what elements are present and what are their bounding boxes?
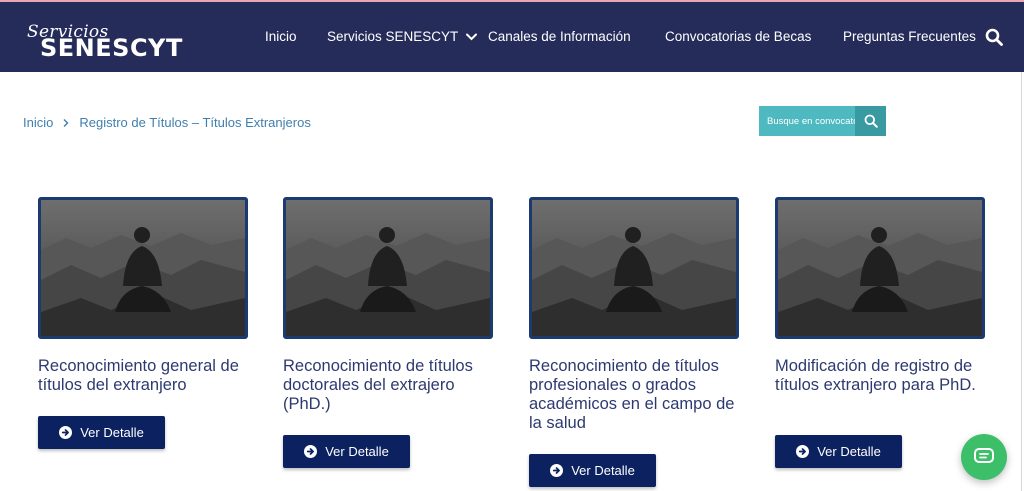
chevron-down-icon — [466, 33, 478, 41]
ver-detalle-button[interactable]: Ver Detalle — [775, 435, 902, 468]
breadcrumb-home-link[interactable]: Inicio — [23, 115, 53, 130]
logo-main-text: SENESCYT — [40, 34, 183, 62]
search-input[interactable] — [759, 106, 855, 136]
convocatorias-search — [759, 106, 886, 136]
arrow-circle-right-icon — [59, 426, 73, 439]
card-image[interactable] — [283, 197, 493, 339]
mountain-silhouette-image — [532, 200, 736, 336]
service-card: Reconocimiento de títulos doctorales del… — [283, 197, 493, 468]
ver-detalle-label: Ver Detalle — [80, 425, 144, 440]
search-icon[interactable] — [985, 28, 1003, 46]
card-image[interactable] — [775, 197, 985, 339]
card-image[interactable] — [529, 197, 739, 339]
nav-item-inicio[interactable]: Inicio — [265, 29, 297, 45]
card-image[interactable] — [38, 197, 248, 339]
chat-icon — [974, 448, 994, 463]
service-card: Reconocimiento general de títulos del ex… — [38, 197, 248, 449]
breadcrumb-current: Registro de Títulos – Títulos Extranjero… — [79, 115, 311, 130]
service-card: Reconocimiento de títulos profesionales … — [529, 197, 739, 487]
page: Servicios SENESCYT Inicio Servicios SENE… — [0, 0, 1024, 491]
chevron-right-icon — [63, 118, 69, 127]
ver-detalle-button[interactable]: Ver Detalle — [529, 454, 656, 487]
ver-detalle-label: Ver Detalle — [325, 444, 389, 459]
mountain-silhouette-image — [778, 200, 982, 336]
nav-item-servicios-label: Servicios SENESCYT — [327, 29, 459, 44]
search-icon — [864, 114, 878, 128]
nav-item-servicios[interactable]: Servicios SENESCYT — [327, 29, 478, 45]
chat-button[interactable] — [961, 434, 1007, 480]
card-title: Modificación de registro de títulos extr… — [775, 357, 976, 394]
breadcrumb: Inicio Registro de Títulos – Títulos Ext… — [23, 115, 311, 130]
ver-detalle-button[interactable]: Ver Detalle — [283, 435, 410, 468]
ver-detalle-label: Ver Detalle — [817, 444, 881, 459]
service-card: Modificación de registro de títulos extr… — [775, 197, 985, 468]
arrow-circle-right-icon — [304, 445, 318, 458]
nav-item-canales[interactable]: Canales de Información — [488, 29, 631, 45]
nav-item-convocatorias[interactable]: Convocatorias de Becas — [665, 29, 811, 45]
nav-item-preguntas[interactable]: Preguntas Frecuentes — [843, 29, 976, 45]
ver-detalle-label: Ver Detalle — [571, 463, 635, 478]
mountain-silhouette-image — [41, 200, 245, 336]
mountain-silhouette-image — [286, 200, 490, 336]
arrow-circle-right-icon — [550, 464, 564, 477]
top-navbar: Servicios SENESCYT Inicio Servicios SENE… — [0, 2, 1024, 72]
logo[interactable]: Servicios SENESCYT — [24, 20, 230, 62]
ver-detalle-button[interactable]: Ver Detalle — [38, 416, 165, 449]
card-title: Reconocimiento de títulos profesionales … — [529, 357, 735, 432]
scrollbar-edge — [1021, 72, 1022, 491]
card-title: Reconocimiento de títulos doctorales del… — [283, 357, 473, 413]
card-title: Reconocimiento general de títulos del ex… — [38, 357, 239, 394]
search-submit-button[interactable] — [855, 106, 886, 136]
arrow-circle-right-icon — [796, 445, 810, 458]
